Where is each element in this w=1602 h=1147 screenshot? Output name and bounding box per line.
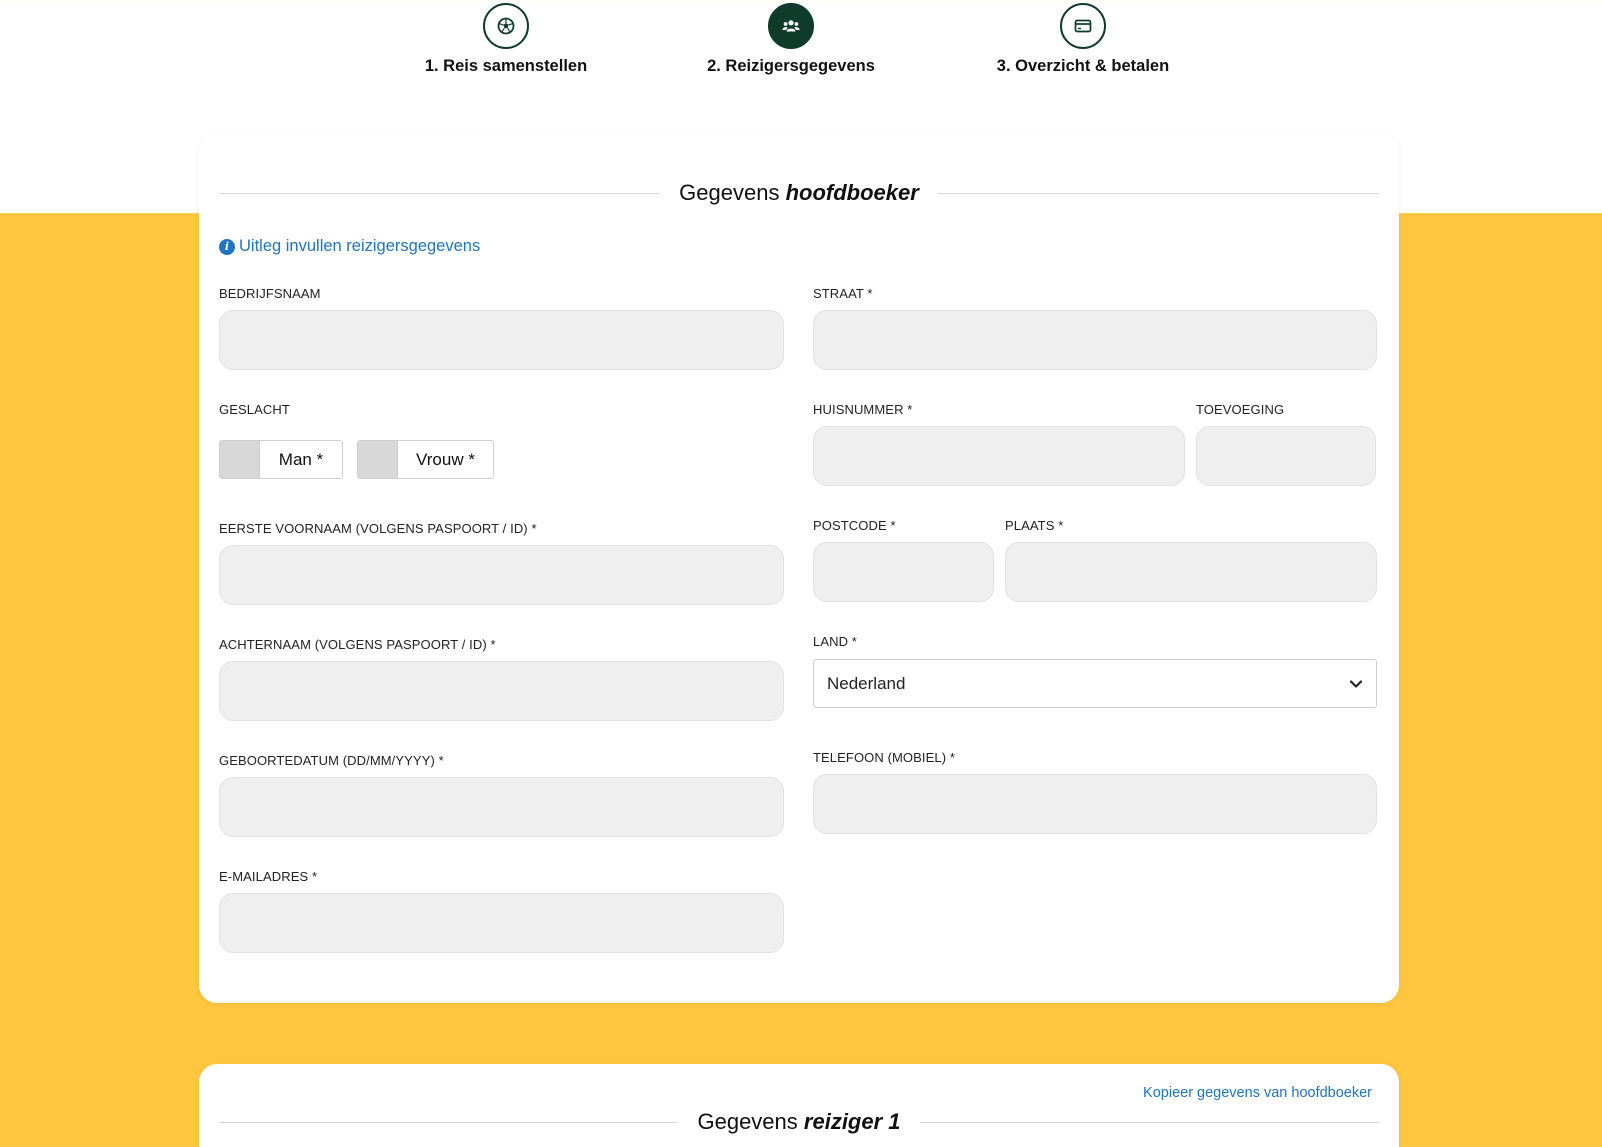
gender-label: GESLACHT — [219, 402, 290, 417]
heading-emphasis: reiziger 1 — [803, 1109, 901, 1134]
gender-option-label: Man * — [278, 449, 324, 469]
last-name-input[interactable] — [219, 661, 784, 721]
traveler-1-card: Kopieer gegevens van hoofdboeker Gegeven… — [199, 1064, 1399, 1147]
street-label: STRAAT * — [813, 286, 873, 301]
country-select-value: Nederland — [827, 673, 906, 693]
heading-prefix: Gegevens — [697, 1109, 798, 1134]
soccer-ball-icon — [483, 3, 529, 49]
section-heading: Gegevens reiziger 1 — [678, 1109, 919, 1135]
step-reizigersgegevens[interactable]: 2. Reizigersgegevens — [671, 3, 911, 76]
section-title: Gegevens hoofdboeker — [219, 178, 1379, 208]
info-icon: i — [219, 238, 235, 255]
radio-box[interactable] — [358, 441, 398, 478]
first-name-label: EERSTE VOORNAAM (VOLGENS PASPOORT / ID) … — [219, 521, 537, 536]
last-name-label: ACHTERNAAM (VOLGENS PASPOORT / ID) * — [219, 637, 496, 652]
addition-input[interactable] — [1196, 426, 1376, 486]
divider — [219, 192, 661, 194]
heading-emphasis: hoofdboeker — [785, 180, 919, 205]
gender-option-label: Vrouw * — [416, 449, 475, 469]
country-label: LAND * — [813, 634, 857, 649]
step-overzicht-betalen[interactable]: 3. Overzicht & betalen — [963, 3, 1203, 76]
gender-option-man[interactable]: Man * — [219, 440, 343, 479]
help-link-text[interactable]: Uitleg invullen reizigersgegevens — [239, 237, 480, 256]
main-booker-card: Gegevens hoofdboeker i Uitleg invullen r… — [199, 134, 1399, 1003]
progress-stepper: 1. Reis samenstellen 2. Reizigersgegeven… — [0, 0, 1602, 100]
city-label: PLAATS * — [1005, 518, 1064, 533]
postcode-input[interactable] — [813, 542, 994, 602]
users-icon — [768, 3, 814, 49]
birth-date-input[interactable] — [219, 777, 784, 837]
step-label: 3. Overzicht & betalen — [996, 57, 1170, 75]
email-label: E-MAILADRES * — [219, 869, 318, 884]
addition-label: TOEVOEGING — [1196, 402, 1285, 417]
credit-card-icon — [1060, 3, 1106, 49]
postcode-label: POSTCODE * — [813, 518, 896, 533]
divider — [937, 192, 1379, 194]
phone-label: TELEFOON (MOBIEL) * — [813, 750, 956, 765]
heading-prefix: Gegevens — [679, 180, 780, 205]
email-input[interactable] — [219, 893, 784, 953]
phone-input[interactable] — [813, 774, 1377, 834]
divider — [219, 1121, 679, 1123]
step-reis-samenstellen[interactable]: 1. Reis samenstellen — [386, 3, 626, 76]
house-number-label: HUISNUMMER * — [813, 402, 913, 417]
company-label: BEDRIJFSNAAM — [219, 286, 321, 301]
help-link[interactable]: i Uitleg invullen reizigersgegevens — [219, 237, 480, 256]
copy-from-booker-link[interactable]: Kopieer gegevens van hoofdboeker — [1143, 1085, 1372, 1101]
chevron-down-icon — [1349, 679, 1363, 688]
city-input[interactable] — [1005, 542, 1377, 602]
company-input[interactable] — [219, 310, 784, 370]
radio-box[interactable] — [220, 441, 260, 478]
first-name-input[interactable] — [219, 545, 784, 605]
house-number-input[interactable] — [813, 426, 1185, 486]
divider — [919, 1121, 1379, 1123]
section-title: Gegevens reiziger 1 — [219, 1107, 1379, 1137]
section-heading: Gegevens hoofdboeker — [660, 180, 938, 206]
step-label: 1. Reis samenstellen — [424, 57, 588, 75]
country-select[interactable]: Nederland — [813, 659, 1377, 708]
gender-option-vrouw[interactable]: Vrouw * — [357, 440, 494, 479]
birth-date-label: GEBOORTEDATUM (DD/MM/YYYY) * — [219, 753, 444, 768]
street-input[interactable] — [813, 310, 1377, 370]
step-label: 2. Reizigersgegevens — [707, 57, 875, 75]
